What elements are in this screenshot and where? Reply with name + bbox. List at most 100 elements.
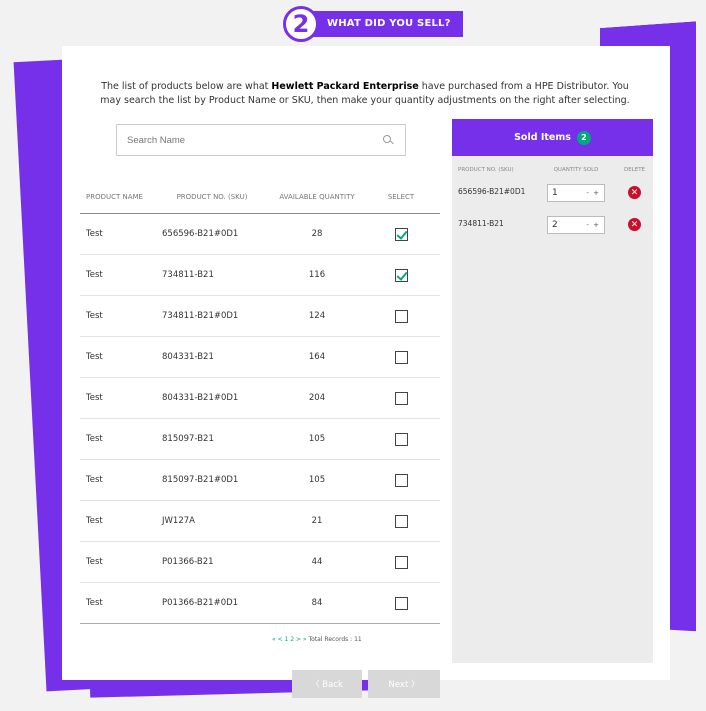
select-checkbox[interactable] (394, 596, 408, 610)
cell-sku: 656596-B21#0D1 (162, 229, 239, 239)
cell-product-name: Test (86, 229, 103, 239)
cell-sku: 815097-B21 (162, 434, 214, 444)
quantity-stepper[interactable]: 2- + (547, 216, 605, 234)
cell-select (362, 596, 440, 610)
total-records: Total Records : 11 (308, 636, 362, 643)
sold-items-table-header: PRODUCT NO. (SKU) QUANTITY SOLD DELETE (452, 156, 653, 184)
quantity-controls[interactable]: - + (586, 189, 600, 197)
sold-item-quantity: 2- + (536, 216, 616, 234)
search-box (116, 124, 406, 156)
cell-available-quantity: 28 (311, 229, 323, 239)
select-checkbox[interactable] (394, 432, 408, 446)
sold-header-quantity: QUANTITY SOLD (553, 167, 599, 173)
sold-items-panel: Sold Items 2 PRODUCT NO. (SKU) QUANTITY … (452, 119, 653, 663)
cell-product-name: Test (86, 598, 103, 608)
header-product-name: PRODUCT NAME (86, 192, 143, 201)
quantity-value[interactable]: 1 (552, 188, 586, 198)
back-button[interactable]: 〈 Back (292, 670, 362, 698)
table-row: Test 734811-B21#0D1 124 (80, 296, 440, 337)
search-icon[interactable] (381, 133, 395, 147)
table-row: Test 734811-B21 116 (80, 255, 440, 296)
select-checkbox[interactable] (394, 268, 408, 282)
select-checkbox[interactable] (394, 473, 408, 487)
cell-product-name: Test (86, 516, 103, 526)
table-row: Test P01366-B21#0D1 84 (80, 583, 440, 624)
select-checkbox[interactable] (394, 309, 408, 323)
cell-product-name: Test (86, 270, 103, 280)
cell-product-name: Test (86, 352, 103, 362)
intro-prefix: The list of products below are what (101, 81, 272, 92)
select-checkbox[interactable] (394, 555, 408, 569)
cell-available-quantity: 105 (308, 434, 326, 444)
cell-sku: 815097-B21#0D1 (162, 475, 239, 485)
quantity-stepper[interactable]: 1- + (547, 184, 605, 202)
cell-sku: 804331-B21 (162, 352, 214, 362)
table-row: Test 815097-B21#0D1 105 (80, 460, 440, 501)
intro-text: The list of products below are what Hewl… (100, 80, 630, 108)
sold-header-delete: DELETE (623, 167, 646, 173)
sold-item-quantity: 1- + (536, 184, 616, 202)
header-select: SELECT (387, 192, 415, 201)
sold-item-delete: ✕ (616, 216, 653, 231)
header-sku: PRODUCT NO. (SKU) (176, 192, 248, 201)
delete-icon[interactable]: ✕ (628, 218, 641, 231)
cell-available-quantity: 116 (308, 270, 326, 280)
sold-item-row: 656596-B21#0D1 1- + ✕ (452, 184, 653, 216)
quantity-controls[interactable]: - + (586, 221, 600, 229)
next-button[interactable]: Next 〉 (368, 670, 440, 698)
search-input[interactable] (127, 134, 381, 146)
cell-select (362, 350, 440, 364)
cell-product-name: Test (86, 434, 103, 444)
sold-header-sku: PRODUCT NO. (SKU) (458, 167, 514, 173)
table-header: PRODUCT NAME PRODUCT NO. (SKU) AVAILABLE… (80, 180, 440, 214)
cell-product-name: Test (86, 311, 103, 321)
table-row: Test 804331-B21 164 (80, 337, 440, 378)
sold-item-delete: ✕ (616, 184, 653, 199)
step-header: 2 WHAT DID YOU SELL? (283, 6, 463, 42)
quantity-value[interactable]: 2 (552, 220, 586, 230)
intro-company: Hewlett Packard Enterprise (271, 81, 419, 92)
header-available-quantity: AVAILABLE QUANTITY (279, 192, 355, 201)
select-checkbox[interactable] (394, 227, 408, 241)
cell-select (362, 473, 440, 487)
step-number: 2 (283, 6, 319, 42)
cell-available-quantity: 84 (311, 598, 323, 608)
cell-select (362, 227, 440, 241)
sold-items-count-badge: 2 (576, 130, 591, 145)
cell-select (362, 514, 440, 528)
table-row: Test P01366-B21 44 (80, 542, 440, 583)
cell-sku: P01366-B21#0D1 (162, 598, 239, 608)
cell-sku: P01366-B21 (162, 557, 214, 567)
cell-sku: JW127A (162, 516, 195, 526)
select-checkbox[interactable] (394, 391, 408, 405)
cell-product-name: Test (86, 393, 103, 403)
products-table: PRODUCT NAME PRODUCT NO. (SKU) AVAILABLE… (80, 180, 440, 624)
cell-select (362, 391, 440, 405)
cell-sku: 804331-B21#0D1 (162, 393, 239, 403)
delete-icon[interactable]: ✕ (628, 186, 641, 199)
table-row: Test 656596-B21#0D1 28 (80, 214, 440, 255)
cell-select (362, 432, 440, 446)
sold-item-row: 734811-B21 2- + ✕ (452, 216, 653, 248)
cell-product-name: Test (86, 475, 103, 485)
cell-available-quantity: 21 (311, 516, 323, 526)
cell-available-quantity: 164 (308, 352, 326, 362)
cell-select (362, 555, 440, 569)
cell-sku: 734811-B21#0D1 (162, 311, 239, 321)
sold-items-title: Sold Items (514, 132, 571, 143)
table-row: Test 804331-B21#0D1 204 (80, 378, 440, 419)
select-checkbox[interactable] (394, 514, 408, 528)
pagination: « < 1 2 > » Total Records : 11 (272, 636, 362, 643)
pagination-controls[interactable]: « < 1 2 > » (272, 636, 307, 643)
select-checkbox[interactable] (394, 350, 408, 364)
sold-item-sku: 734811-B21 (458, 219, 504, 228)
sold-items-header: Sold Items 2 (452, 119, 653, 156)
cell-select (362, 268, 440, 282)
cell-available-quantity: 204 (308, 393, 326, 403)
cell-available-quantity: 44 (311, 557, 323, 567)
table-row: Test 815097-B21 105 (80, 419, 440, 460)
cell-product-name: Test (86, 557, 103, 567)
cell-sku: 734811-B21 (162, 270, 214, 280)
cell-select (362, 309, 440, 323)
table-row: Test JW127A 21 (80, 501, 440, 542)
